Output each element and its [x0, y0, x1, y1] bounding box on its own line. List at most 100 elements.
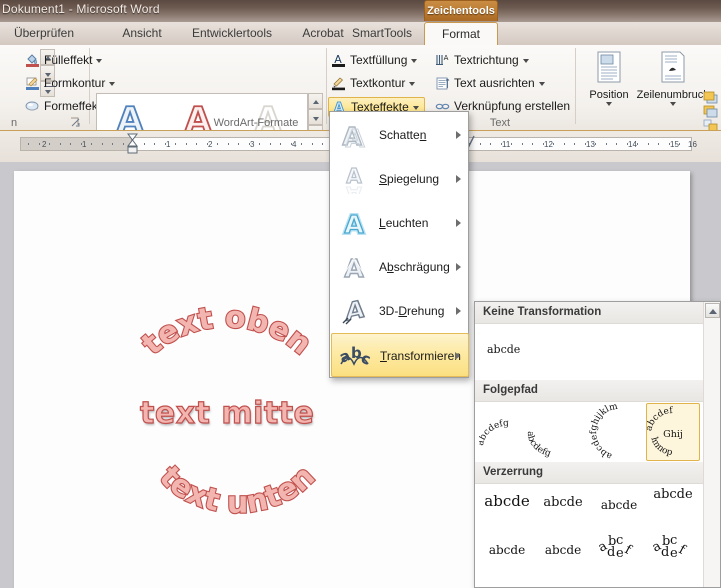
- gallery-scroll-up-button[interactable]: [705, 303, 720, 318]
- ruler-dot: [207, 143, 208, 145]
- menu-item-label: Spiegelung: [379, 172, 439, 186]
- warp-inflate-icon: abcde: [479, 484, 535, 518]
- text-wrap-button[interactable]: Zeilenumbruch: [634, 51, 712, 106]
- button-path-preview-icon: abcdef Ghij lmnop: [647, 404, 699, 460]
- svg-text:d: d: [661, 545, 669, 560]
- align-text-label: Text ausrichten: [454, 76, 535, 90]
- section-title: Keine Transformation: [483, 306, 601, 318]
- align-text-button[interactable]: Text ausrichten: [434, 74, 545, 93]
- tab-entwicklertools[interactable]: Entwicklertools: [184, 22, 280, 45]
- svg-text:f: f: [622, 542, 634, 558]
- transform-gallery-panel[interactable]: Keine Transformation abcde Folgepfad abc…: [474, 301, 721, 588]
- first-line-indent-handle[interactable]: [126, 133, 139, 158]
- selection-pane-icon[interactable]: [703, 119, 717, 131]
- gallery-item-follow-path-arch-down[interactable]: abcdefg: [527, 414, 589, 460]
- menu-item-spiegelung[interactable]: AASpiegelung: [331, 157, 469, 201]
- menu-item-schatten[interactable]: AASchatten: [331, 113, 469, 157]
- send-backward-icon[interactable]: [703, 105, 717, 118]
- menu-item-label: Abschrägung: [379, 260, 450, 274]
- wordart-scroll-up[interactable]: [308, 93, 323, 109]
- gallery-item-warp-deflate[interactable]: abcde: [535, 484, 591, 518]
- chevron-down-icon[interactable]: [523, 59, 529, 63]
- ruler-dot: [60, 143, 61, 145]
- tab--berpr-fen[interactable]: Überprüfen: [8, 22, 80, 45]
- gallery-item-warp-cascade-up[interactable]: a b c d e f: [591, 528, 647, 566]
- gallery-item-no-transform[interactable]: abcde: [483, 340, 539, 362]
- ruler-dot: [144, 143, 145, 145]
- ruler-dot: [690, 143, 691, 145]
- gallery-item-warp-inflate-bottom[interactable]: abcde: [591, 484, 647, 518]
- menu-item-label: 3D-Drehung: [379, 304, 444, 318]
- ruler-left-margin[interactable]: [20, 137, 132, 151]
- chevron-down-icon[interactable]: [539, 82, 545, 86]
- gallery-item-warp-inflate-top[interactable]: abcde: [479, 532, 535, 566]
- ruler-dot: [280, 143, 281, 145]
- position-button[interactable]: Position: [580, 51, 638, 106]
- menu-item-leuchten[interactable]: AALeuchten: [331, 201, 469, 245]
- ruler-dot: [186, 143, 187, 145]
- ruler-dot: [249, 143, 250, 145]
- tab-label: Ansicht: [122, 26, 161, 40]
- chevron-down-icon[interactable]: [413, 106, 419, 110]
- shape-styles-dialog-launcher[interactable]: [70, 117, 81, 128]
- ruler-tick: 1: [82, 141, 86, 149]
- gallery-item-follow-path-circle[interactable]: abcdefghijklm: [587, 404, 649, 462]
- bevel-A-icon: A: [339, 252, 369, 282]
- chevron-down-icon[interactable]: [606, 102, 612, 106]
- text-outline-button[interactable]: Textkontur: [330, 74, 415, 93]
- window-title: Dokument1 - Microsoft Word: [2, 2, 160, 16]
- gallery-item-warp-cascade-down[interactable]: a b c d e f: [645, 528, 701, 566]
- title-bar: Dokument1 - Microsoft Word Zeichentools: [0, 0, 721, 22]
- tab-label: Entwicklertools: [192, 26, 272, 40]
- ruler-dot: [165, 143, 166, 145]
- chevron-down-icon[interactable]: [670, 102, 676, 106]
- tab-format[interactable]: Format: [424, 22, 498, 45]
- ruler-dot: [81, 143, 82, 145]
- warp-deflate-bottom-icon: abcde: [645, 480, 701, 514]
- text-effects-menu[interactable]: AASchattenAASpiegelungAALeuchtenAAbschrä…: [329, 111, 469, 378]
- chevron-down-icon[interactable]: [109, 82, 115, 86]
- text-direction-icon: A: [435, 53, 450, 68]
- menu-item-transformieren[interactable]: abcTransformieren: [331, 333, 469, 377]
- chevron-down-icon[interactable]: [411, 59, 417, 63]
- fill-color-button[interactable]: Fülleffekt: [24, 51, 102, 70]
- tab-ansicht[interactable]: Ansicht: [112, 22, 172, 45]
- shape-outline-button[interactable]: Formkontur: [24, 74, 115, 93]
- ruler-dot: [228, 143, 229, 145]
- bring-forward-icon[interactable]: [703, 91, 717, 104]
- submenu-arrow-icon: [456, 175, 461, 183]
- ruler-dot: [91, 143, 92, 145]
- svg-text:d: d: [607, 545, 615, 560]
- wordart-text-unten[interactable]: text unten: [142, 456, 332, 554]
- text-wrap-icon: [634, 51, 712, 88]
- gallery-item-follow-path-button[interactable]: abcdef Ghij lmnop: [646, 403, 700, 461]
- svg-text:A: A: [344, 210, 364, 238]
- gallery-item-warp-deflate-top[interactable]: abcde: [535, 532, 591, 566]
- tab-stop-marker[interactable]: [465, 135, 688, 154]
- tab-smarttools[interactable]: SmartTools: [340, 22, 424, 45]
- wordart-text-oben[interactable]: text oben: [132, 286, 322, 384]
- menu-item-label: Transformieren: [380, 349, 461, 363]
- gallery-item-warp-inflate[interactable]: abcde: [479, 484, 535, 518]
- chevron-down-icon[interactable]: [409, 82, 415, 86]
- ruler-dot: [301, 143, 302, 145]
- group-separator: [326, 48, 327, 124]
- text-direction-button[interactable]: A Textrichtung: [434, 51, 529, 70]
- ribbon-tab-strip: ÜberprüfenAnsichtEntwicklertoolsAcrobatS…: [0, 22, 721, 45]
- menu-item-abschr-gung[interactable]: A Abschrägung: [331, 245, 469, 289]
- contextual-tab-group-label: Zeichentools: [425, 1, 497, 21]
- ruler-dot: [196, 143, 197, 145]
- text-direction-label: Textrichtung: [454, 53, 519, 67]
- chevron-down-icon[interactable]: [96, 59, 102, 63]
- ruler-dot: [175, 143, 176, 145]
- gallery-item-warp-deflate-bottom[interactable]: abcde: [645, 480, 701, 514]
- ruler-dot: [291, 143, 292, 145]
- text-fill-button[interactable]: A Textfüllung: [330, 51, 417, 70]
- fill-color-icon: [25, 53, 40, 68]
- gallery-scrollbar[interactable]: [703, 302, 720, 587]
- rotate3d-A-icon: A: [339, 296, 369, 326]
- wordart-style-1[interactable]: A: [101, 97, 159, 131]
- warp-inflate-bottom-icon: abcde: [591, 484, 647, 518]
- wordart-text-mitte[interactable]: text mitte: [140, 396, 314, 431]
- menu-item-3d-drehung[interactable]: A 3D-Drehung: [331, 289, 469, 333]
